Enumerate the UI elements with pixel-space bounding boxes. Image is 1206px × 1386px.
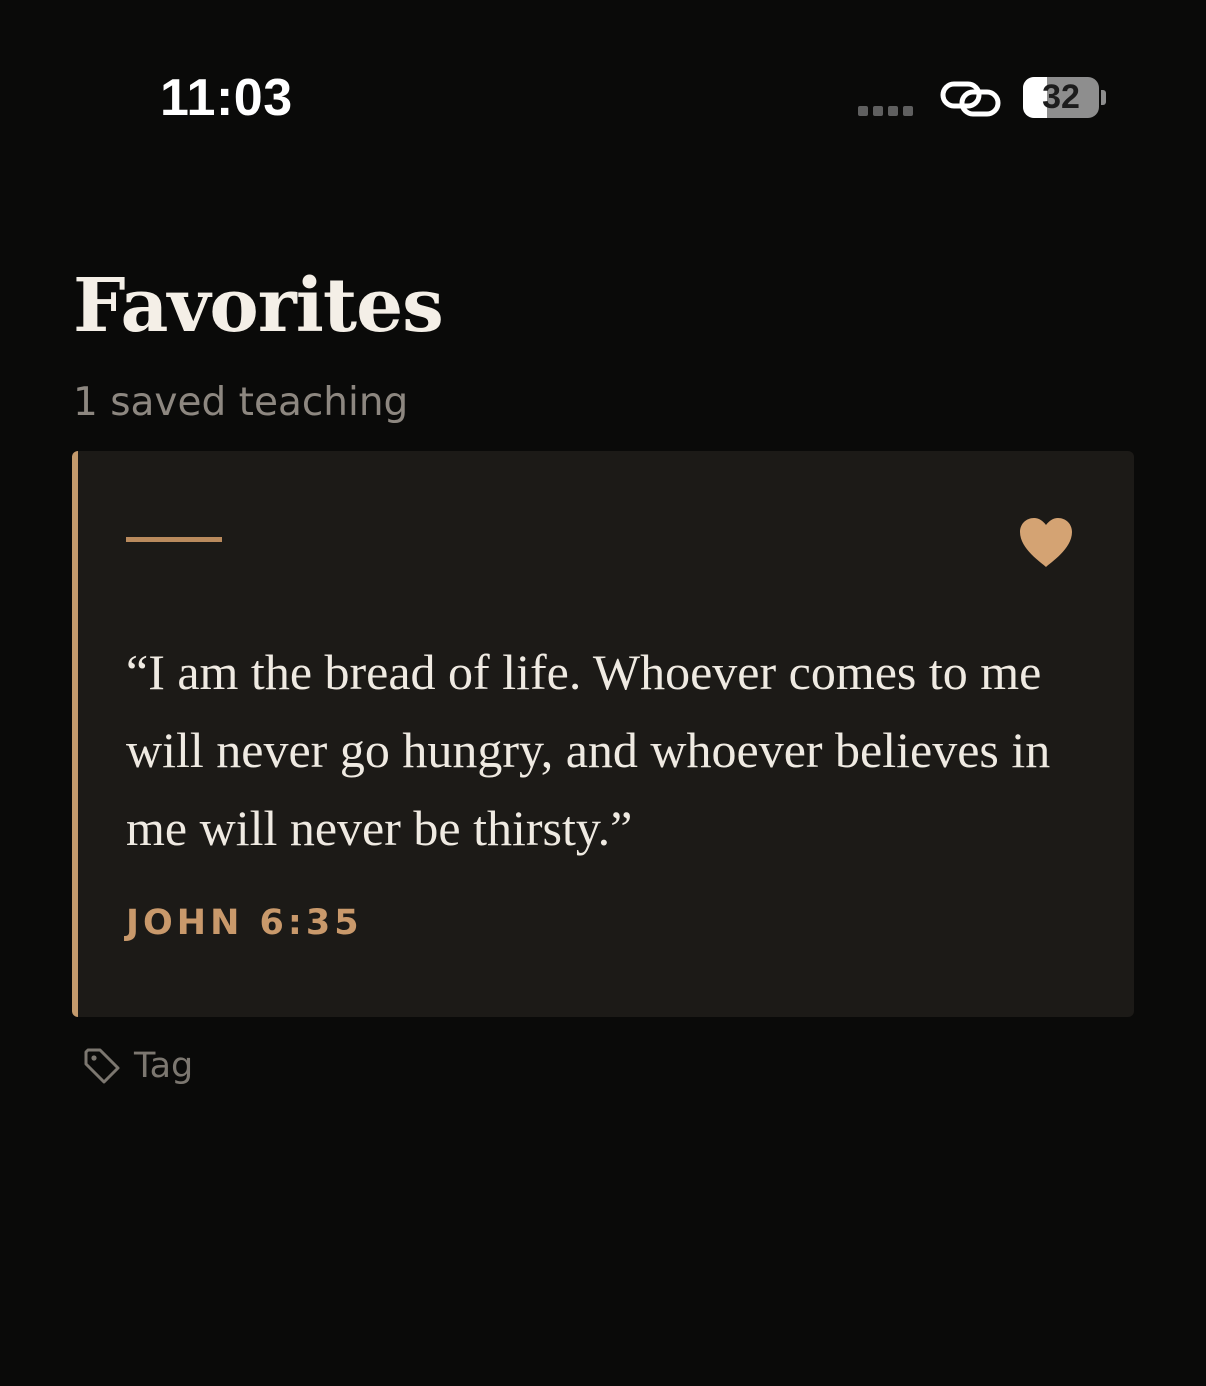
verse-reference: JOHN 6:35 bbox=[126, 903, 363, 943]
signal-dot bbox=[888, 106, 898, 116]
favorite-card[interactable]: “I am the bread of life. Whoever comes t… bbox=[72, 451, 1134, 1017]
signal-dot bbox=[858, 106, 868, 116]
tag-button[interactable]: Tag bbox=[82, 1044, 193, 1088]
signal-dot bbox=[873, 106, 883, 116]
battery-icon: 32 bbox=[1023, 77, 1099, 118]
battery-nub bbox=[1101, 90, 1106, 105]
status-time: 11:03 bbox=[160, 69, 293, 127]
quote-text: “I am the bread of life. Whoever comes t… bbox=[126, 644, 1051, 856]
card-divider bbox=[126, 537, 222, 542]
page-title: Favorites bbox=[73, 263, 444, 349]
tag-icon bbox=[84, 1048, 120, 1084]
tag-label: Tag bbox=[134, 1046, 194, 1086]
battery-level: 32 bbox=[1042, 78, 1080, 116]
signal-dots-icon bbox=[858, 106, 913, 116]
saved-count: 1 saved teaching bbox=[73, 380, 409, 425]
signal-dot bbox=[903, 106, 913, 116]
link-icon bbox=[940, 81, 1001, 117]
heart-icon[interactable] bbox=[1016, 515, 1076, 569]
